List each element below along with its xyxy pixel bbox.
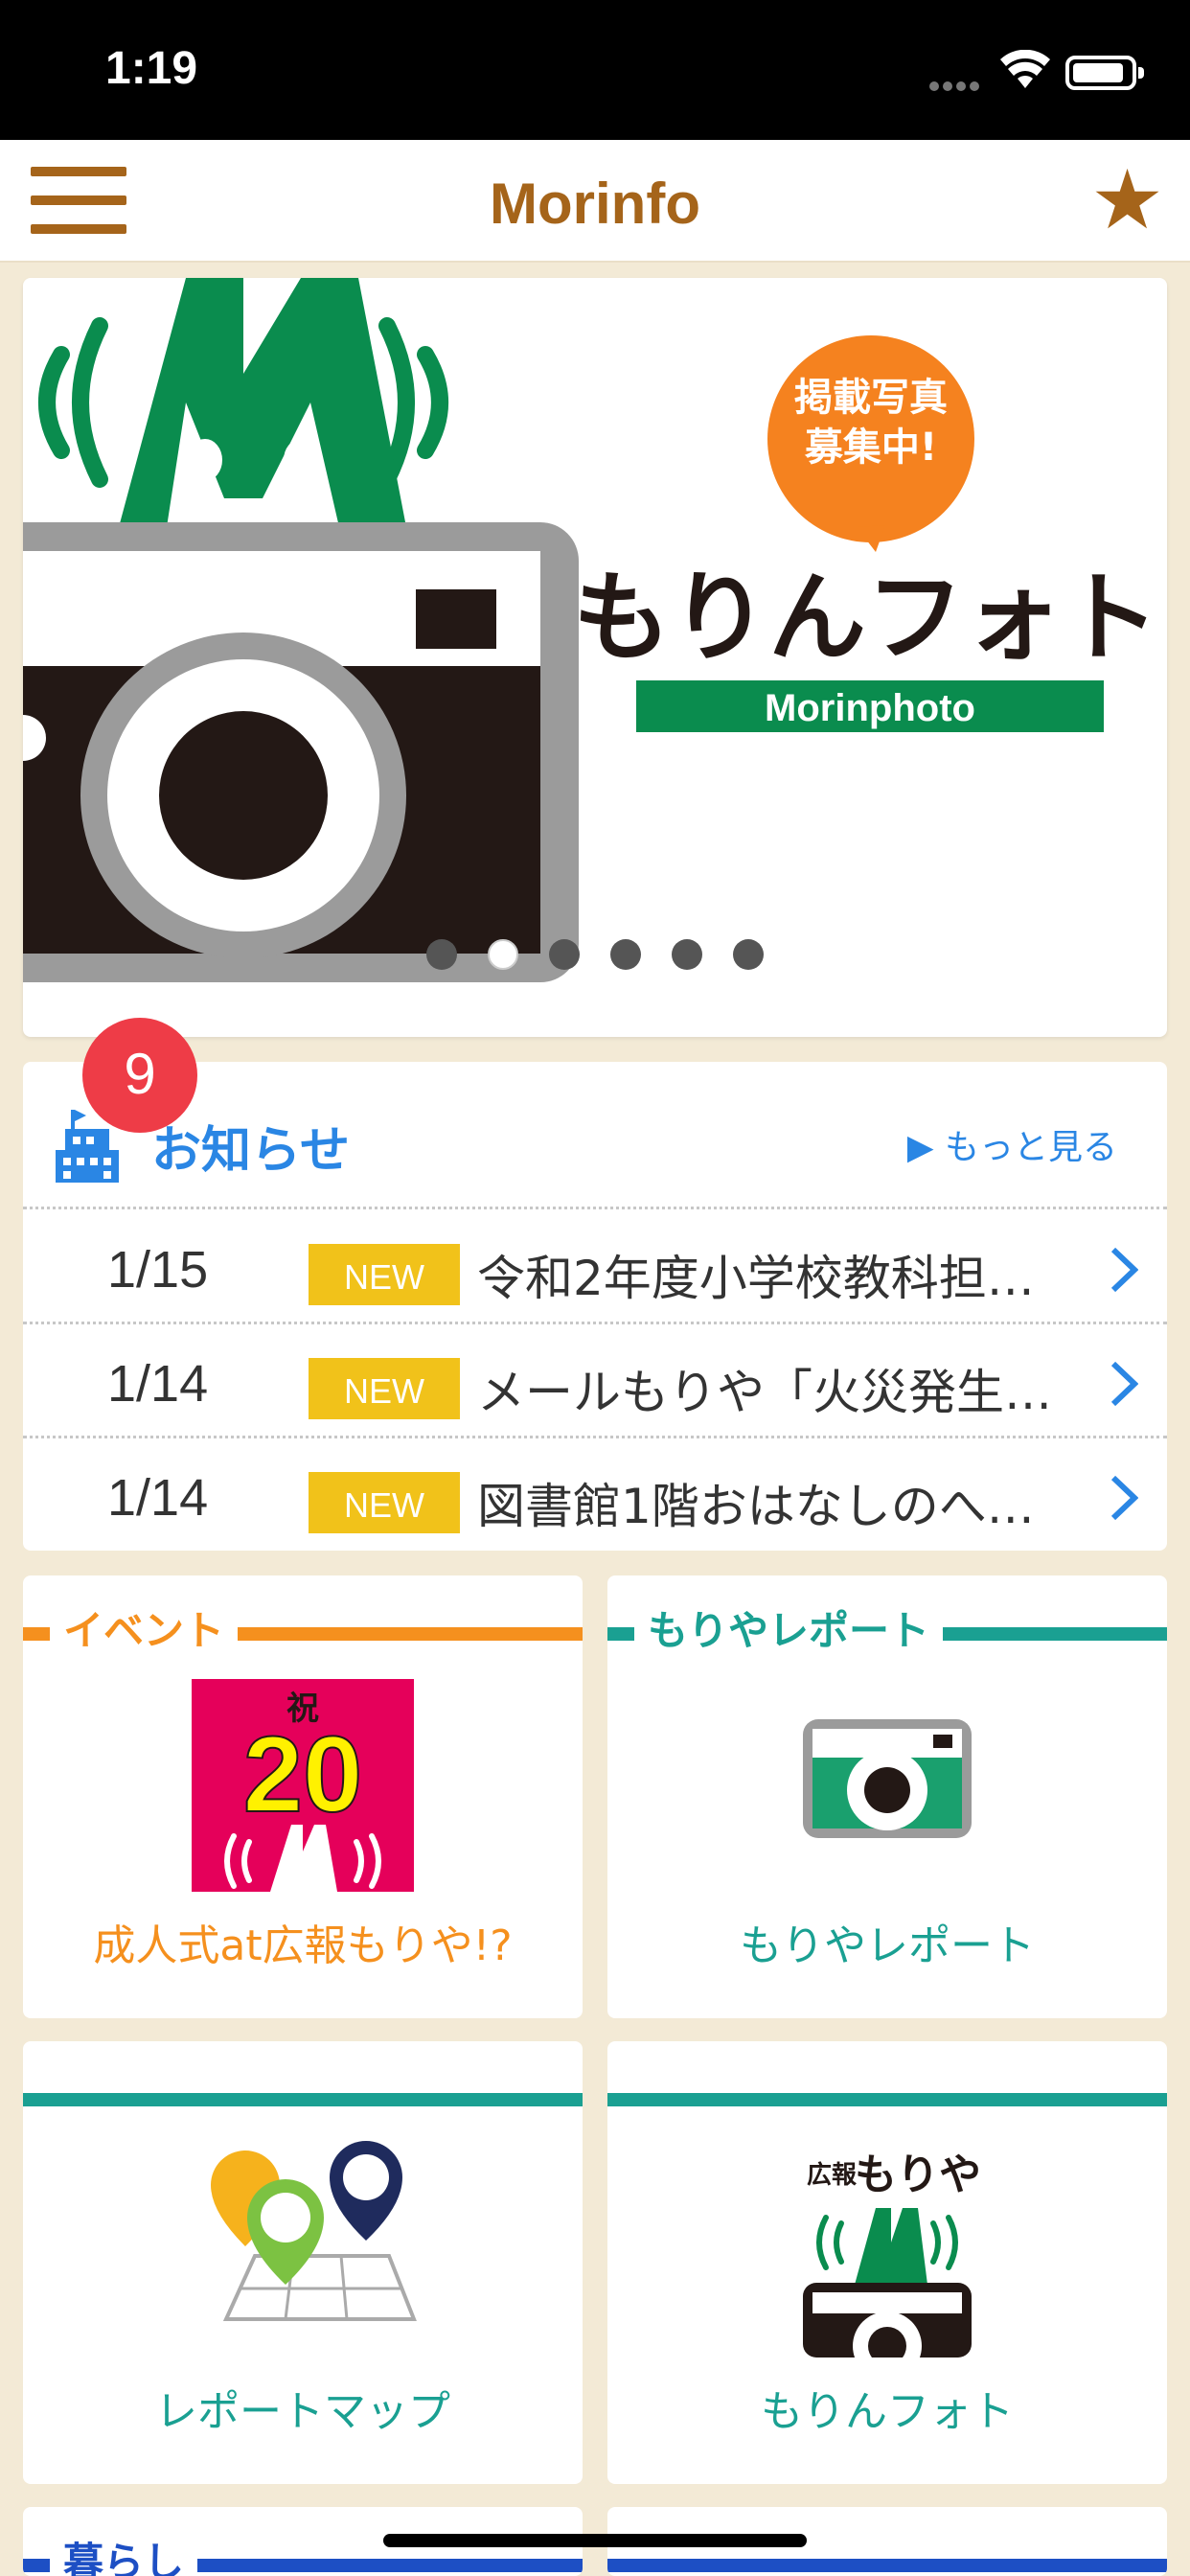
battery-icon — [1065, 56, 1144, 90]
report-map-caption: レポートマップ — [155, 2387, 450, 2436]
banner-carousel[interactable]: 掲載写真 募集中! もりんフォト Morinphoto — [23, 278, 1167, 1037]
play-arrow-icon: ▶ — [906, 1128, 945, 1167]
favorite-star-icon[interactable]: ★ — [1090, 159, 1164, 242]
carousel-dot[interactable] — [672, 939, 702, 970]
notice-date: 1/14 — [107, 1469, 209, 1527]
notice-panel: お知らせ ▶ もっと見る 1/15 NEW 令和2年度小学校教科担… 1/14 … — [23, 1062, 1167, 1551]
carousel-dots[interactable] — [23, 939, 1167, 974]
new-badge: NEW — [309, 1358, 460, 1419]
banner-subtitle: Morinphoto — [765, 687, 975, 729]
nav-bar: Morinfo ★ — [0, 140, 1190, 263]
bubble-line2: 募集中! — [804, 426, 937, 470]
more-link-label: もっと見る — [944, 1128, 1117, 1167]
svg-text:20: 20 — [243, 1714, 363, 1834]
report-caption: もりやレポート — [740, 1921, 1035, 1970]
new-badge: NEW — [309, 1472, 460, 1533]
event-header: イベント — [50, 1598, 239, 1657]
notice-date: 1/15 — [107, 1241, 209, 1299]
report-header: もりやレポート — [634, 1598, 944, 1657]
report-map-tile[interactable]: レポートマップ — [23, 2041, 583, 2484]
notice-text: 令和2年度小学校教科担… — [477, 1251, 1035, 1306]
home-indicator[interactable] — [383, 2534, 807, 2547]
event-caption: 成人式at広報もりや!? — [93, 1921, 513, 1970]
notice-row[interactable]: 1/15 NEW 令和2年度小学校教科担… — [23, 1211, 1167, 1324]
morinphoto-caption: もりんフォト — [761, 2387, 1014, 2436]
carousel-dot[interactable] — [733, 939, 764, 970]
notice-row[interactable]: 1/14 NEW メールもりや「火災発生… — [23, 1325, 1167, 1438]
morinphoto-banner-image: 掲載写真 募集中! もりんフォト Morinphoto — [23, 278, 1159, 982]
carousel-dot[interactable] — [426, 939, 457, 970]
event-thumbnail: 祝 20 — [192, 1679, 414, 1892]
new-badge: NEW — [309, 1244, 460, 1305]
bubble-line1: 掲載写真 — [794, 376, 948, 420]
chevron-right-icon — [1110, 1475, 1138, 1521]
report-tile[interactable]: もりやレポート もりやレポート — [607, 1576, 1167, 2018]
chevron-right-icon — [1110, 1247, 1138, 1293]
app-title: Morinfo — [490, 172, 700, 236]
svg-text:もりや: もりや — [855, 2150, 981, 2199]
divider — [607, 2559, 1167, 2572]
notice-label: お知らせ — [151, 1122, 350, 1180]
notice-date: 1/14 — [107, 1355, 209, 1413]
morinphoto-logo-icon: 広報 もりや — [803, 2150, 981, 2358]
carousel-dot-active[interactable] — [488, 939, 518, 970]
chevron-right-icon — [1110, 1361, 1138, 1407]
carousel-dot[interactable] — [549, 939, 580, 970]
event-tile[interactable]: イベント 祝 20 成人式at広報もりや!? — [23, 1576, 583, 2018]
divider — [23, 2093, 583, 2106]
morinphoto-tile[interactable]: 広報 もりや もりんフォト — [607, 2041, 1167, 2484]
status-time: 1:19 — [105, 43, 198, 94]
divider — [607, 2093, 1167, 2106]
notice-count-badge: 9 — [82, 1018, 197, 1133]
notice-text: メールもりや「火災発生… — [477, 1365, 1052, 1420]
cellular-signal-icon — [929, 77, 987, 91]
notice-text: 図書館1階おはなしのへ… — [477, 1479, 1035, 1534]
carousel-dot[interactable] — [610, 939, 641, 970]
status-bar: 1:19 — [0, 0, 1190, 140]
camera-icon — [803, 1719, 972, 1838]
life-header: 暮らし — [50, 2530, 198, 2576]
map-pins-icon — [211, 2141, 417, 2321]
notice-row[interactable]: 1/14 NEW 図書館1階おはなしのへ… — [23, 1439, 1167, 1552]
banner-title: もりんフォト — [573, 562, 1159, 676]
svg-text:広報: 広報 — [807, 2160, 858, 2190]
more-link[interactable]: ▶ もっと見る — [907, 1119, 1117, 1169]
wifi-icon — [1000, 50, 1050, 88]
